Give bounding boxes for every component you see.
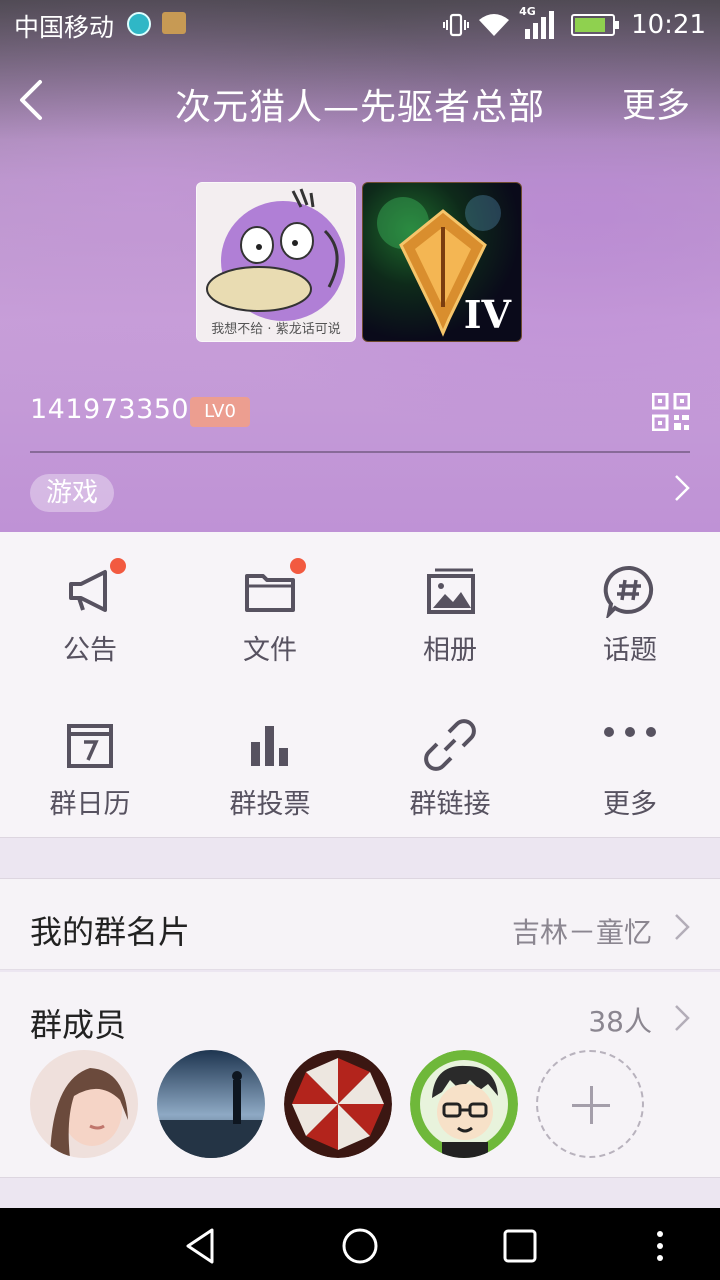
feature-label: 群日历 — [49, 789, 131, 820]
feature-label: 群投票 — [229, 789, 311, 820]
album-icon — [427, 568, 475, 614]
feature-label: 文件 — [243, 635, 297, 666]
members-count: 38人 — [588, 1005, 652, 1038]
emblem-numeral: IV — [463, 292, 511, 337]
new-badge-dot — [290, 558, 306, 574]
level-badge: LV0 — [190, 397, 250, 427]
group-avatar-emblem[interactable]: IV — [362, 182, 522, 342]
group-avatar-psyduck[interactable]: 我想不给 · 紫龙话可说 — [196, 182, 356, 342]
members-label: 群成员 — [30, 1006, 127, 1044]
qr-code-icon[interactable] — [652, 393, 690, 431]
feature-topics[interactable]: 话题 — [540, 532, 720, 682]
add-member-button[interactable] — [536, 1050, 644, 1158]
group-tag[interactable]: 游戏 — [30, 474, 114, 512]
feature-announcement[interactable]: 公告 — [0, 532, 180, 682]
calendar-icon — [67, 724, 113, 768]
feature-label: 群链接 — [409, 789, 491, 820]
group-card-label: 我的群名片 — [30, 913, 191, 951]
battery-charging-icon — [571, 14, 620, 36]
top-nav: 次元猎人—先驱者总部 更多 — [0, 62, 720, 138]
carrier-label: 中国移动 — [14, 13, 115, 42]
member-avatar[interactable] — [284, 1050, 392, 1158]
status-bar: 中国移动 4G 10:21 — [0, 0, 720, 50]
new-badge-dot — [110, 558, 126, 574]
system-nav-bar — [0, 1208, 720, 1280]
health-app-icon — [162, 12, 186, 34]
member-photo-cartoon-boy — [410, 1050, 518, 1158]
member-photo-sunset — [157, 1050, 265, 1158]
alarm-icon — [127, 12, 151, 36]
members-section[interactable]: 群成员 38人 — [0, 972, 720, 1178]
chevron-right-icon[interactable] — [672, 472, 692, 504]
feature-label: 更多 — [603, 789, 657, 820]
vibrate-icon — [443, 13, 470, 37]
feature-grid: 公告 文件 相册 话题 群日历 群投票 群链接 更多 — [0, 532, 720, 838]
group-id: 141973350 — [30, 394, 190, 425]
home-circle-icon[interactable] — [340, 1226, 380, 1266]
wifi-icon — [479, 14, 510, 36]
chevron-right-icon — [675, 914, 690, 940]
feature-label: 公告 — [63, 635, 117, 666]
clock: 10:21 — [631, 10, 706, 40]
recents-square-icon[interactable] — [500, 1226, 540, 1266]
feature-files[interactable]: 文件 — [180, 532, 360, 682]
group-card-value: 吉林－童忆 — [511, 916, 652, 949]
more-dots-icon — [604, 727, 656, 737]
feature-link[interactable]: 群链接 — [360, 686, 540, 836]
member-avatar[interactable] — [410, 1050, 518, 1158]
feature-label: 话题 — [603, 635, 657, 666]
more-button[interactable]: 更多 — [622, 78, 690, 127]
folder-icon — [245, 574, 295, 612]
feature-label: 相册 — [423, 635, 477, 666]
network-type-label: 4G — [519, 5, 536, 18]
member-avatar[interactable] — [30, 1050, 138, 1158]
member-photo-umbrella — [284, 1050, 392, 1158]
page-title: 次元猎人—先驱者总部 — [174, 87, 545, 128]
back-triangle-icon[interactable] — [180, 1226, 220, 1266]
overflow-menu-icon[interactable] — [640, 1226, 680, 1266]
chevron-right-icon — [675, 1005, 690, 1031]
megaphone-icon — [69, 570, 107, 612]
avatar-caption: 我想不给 · 紫龙话可说 — [211, 322, 341, 337]
member-avatar[interactable] — [157, 1050, 265, 1158]
bar-chart-icon — [251, 726, 288, 766]
feature-album[interactable]: 相册 — [360, 532, 540, 682]
hashtag-icon — [603, 565, 654, 618]
link-icon — [424, 719, 476, 771]
feature-calendar[interactable]: 群日历 — [0, 686, 180, 836]
feature-more[interactable]: 更多 — [540, 686, 720, 836]
feature-vote[interactable]: 群投票 — [180, 686, 360, 836]
group-card-row[interactable]: 我的群名片 吉林－童忆 — [0, 878, 720, 970]
member-photo-girl — [30, 1050, 138, 1158]
header-divider — [30, 451, 690, 453]
